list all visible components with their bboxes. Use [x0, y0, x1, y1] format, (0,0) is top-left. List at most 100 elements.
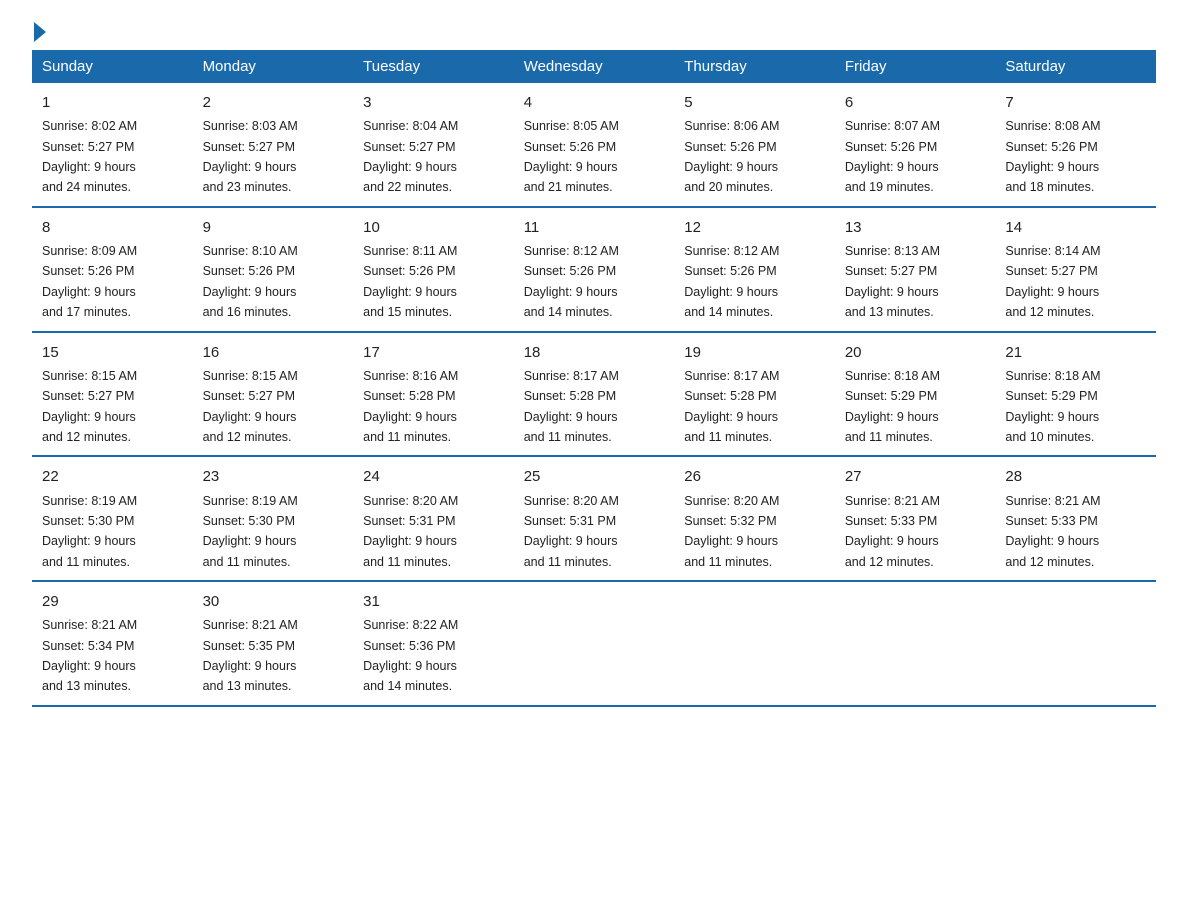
day-info: Sunrise: 8:21 AMSunset: 5:33 PMDaylight:…	[845, 494, 940, 569]
calendar-cell: 11 Sunrise: 8:12 AMSunset: 5:26 PMDayligh…	[514, 207, 675, 332]
calendar-cell: 23Sunrise: 8:19 AMSunset: 5:30 PMDayligh…	[193, 456, 354, 581]
day-info: Sunrise: 8:18 AMSunset: 5:29 PMDaylight:…	[845, 369, 940, 444]
calendar-cell: 13 Sunrise: 8:13 AMSunset: 5:27 PMDayligh…	[835, 207, 996, 332]
day-number: 9	[203, 216, 344, 239]
logo	[32, 24, 46, 42]
day-number: 2	[203, 91, 344, 114]
calendar-cell: 1Sunrise: 8:02 AMSunset: 5:27 PMDaylight…	[32, 83, 193, 207]
day-number: 26	[684, 465, 825, 488]
day-number: 1	[42, 91, 183, 114]
day-number: 7	[1005, 91, 1146, 114]
calendar-cell: 15 Sunrise: 8:15 AMSunset: 5:27 PMDayligh…	[32, 332, 193, 457]
page-header	[32, 24, 1156, 42]
day-info: Sunrise: 8:07 AMSunset: 5:26 PMDaylight:…	[845, 119, 940, 194]
day-number: 27	[845, 465, 986, 488]
day-number: 10	[363, 216, 504, 239]
day-info: Sunrise: 8:21 AMSunset: 5:33 PMDaylight:…	[1005, 494, 1100, 569]
calendar-week-2: 8 Sunrise: 8:09 AMSunset: 5:26 PMDaylight…	[32, 207, 1156, 332]
day-info: Sunrise: 8:17 AMSunset: 5:28 PMDaylight:…	[524, 369, 619, 444]
calendar-cell: 19 Sunrise: 8:17 AMSunset: 5:28 PMDayligh…	[674, 332, 835, 457]
weekday-header-thursday: Thursday	[674, 50, 835, 83]
day-number: 25	[524, 465, 665, 488]
calendar-cell: 5 Sunrise: 8:06 AMSunset: 5:26 PMDaylight…	[674, 83, 835, 207]
calendar-week-3: 15 Sunrise: 8:15 AMSunset: 5:27 PMDayligh…	[32, 332, 1156, 457]
calendar-cell	[674, 581, 835, 706]
day-info: Sunrise: 8:17 AMSunset: 5:28 PMDaylight:…	[684, 369, 779, 444]
weekday-header-saturday: Saturday	[995, 50, 1156, 83]
day-info: Sunrise: 8:19 AMSunset: 5:30 PMDaylight:…	[42, 494, 137, 569]
day-number: 29	[42, 590, 183, 613]
calendar-cell: 25 Sunrise: 8:20 AMSunset: 5:31 PMDayligh…	[514, 456, 675, 581]
day-info: Sunrise: 8:14 AMSunset: 5:27 PMDaylight:…	[1005, 244, 1100, 319]
day-info: Sunrise: 8:11 AMSunset: 5:26 PMDaylight:…	[363, 244, 457, 319]
day-info: Sunrise: 8:20 AMSunset: 5:31 PMDaylight:…	[524, 494, 619, 569]
day-info: Sunrise: 8:20 AMSunset: 5:32 PMDaylight:…	[684, 494, 779, 569]
day-number: 17	[363, 341, 504, 364]
day-info: Sunrise: 8:12 AMSunset: 5:26 PMDaylight:…	[684, 244, 779, 319]
day-number: 30	[203, 590, 344, 613]
calendar-cell: 31Sunrise: 8:22 AMSunset: 5:36 PMDayligh…	[353, 581, 514, 706]
day-info: Sunrise: 8:21 AMSunset: 5:34 PMDaylight:…	[42, 618, 137, 693]
weekday-header-monday: Monday	[193, 50, 354, 83]
calendar-table: SundayMondayTuesdayWednesdayThursdayFrid…	[32, 50, 1156, 707]
calendar-cell: 17 Sunrise: 8:16 AMSunset: 5:28 PMDayligh…	[353, 332, 514, 457]
calendar-cell: 21Sunrise: 8:18 AMSunset: 5:29 PMDayligh…	[995, 332, 1156, 457]
weekday-header-tuesday: Tuesday	[353, 50, 514, 83]
calendar-cell: 28 Sunrise: 8:21 AMSunset: 5:33 PMDayligh…	[995, 456, 1156, 581]
calendar-cell: 18 Sunrise: 8:17 AMSunset: 5:28 PMDayligh…	[514, 332, 675, 457]
day-info: Sunrise: 8:08 AMSunset: 5:26 PMDaylight:…	[1005, 119, 1100, 194]
calendar-cell: 3 Sunrise: 8:04 AMSunset: 5:27 PMDaylight…	[353, 83, 514, 207]
day-number: 5	[684, 91, 825, 114]
calendar-cell	[835, 581, 996, 706]
day-info: Sunrise: 8:20 AMSunset: 5:31 PMDaylight:…	[363, 494, 458, 569]
day-number: 21	[1005, 341, 1146, 364]
day-number: 11	[524, 216, 665, 239]
weekday-header-friday: Friday	[835, 50, 996, 83]
day-number: 6	[845, 91, 986, 114]
day-info: Sunrise: 8:13 AMSunset: 5:27 PMDaylight:…	[845, 244, 940, 319]
calendar-cell: 7 Sunrise: 8:08 AMSunset: 5:26 PMDaylight…	[995, 83, 1156, 207]
calendar-cell: 4 Sunrise: 8:05 AMSunset: 5:26 PMDaylight…	[514, 83, 675, 207]
calendar-cell: 26 Sunrise: 8:20 AMSunset: 5:32 PMDayligh…	[674, 456, 835, 581]
day-number: 13	[845, 216, 986, 239]
calendar-cell: 30 Sunrise: 8:21 AMSunset: 5:35 PMDayligh…	[193, 581, 354, 706]
calendar-week-4: 22Sunrise: 8:19 AMSunset: 5:30 PMDayligh…	[32, 456, 1156, 581]
day-info: Sunrise: 8:09 AMSunset: 5:26 PMDaylight:…	[42, 244, 137, 319]
day-info: Sunrise: 8:10 AMSunset: 5:26 PMDaylight:…	[203, 244, 298, 319]
day-info: Sunrise: 8:12 AMSunset: 5:26 PMDaylight:…	[524, 244, 619, 319]
day-info: Sunrise: 8:19 AMSunset: 5:30 PMDaylight:…	[203, 494, 298, 569]
logo-arrow-icon	[34, 22, 46, 42]
day-info: Sunrise: 8:16 AMSunset: 5:28 PMDaylight:…	[363, 369, 458, 444]
day-info: Sunrise: 8:06 AMSunset: 5:26 PMDaylight:…	[684, 119, 779, 194]
calendar-cell: 2 Sunrise: 8:03 AMSunset: 5:27 PMDaylight…	[193, 83, 354, 207]
calendar-cell: 22Sunrise: 8:19 AMSunset: 5:30 PMDayligh…	[32, 456, 193, 581]
day-number: 8	[42, 216, 183, 239]
day-info: Sunrise: 8:03 AMSunset: 5:27 PMDaylight:…	[203, 119, 298, 194]
calendar-cell: 9 Sunrise: 8:10 AMSunset: 5:26 PMDaylight…	[193, 207, 354, 332]
calendar-cell: 12Sunrise: 8:12 AMSunset: 5:26 PMDayligh…	[674, 207, 835, 332]
day-number: 28	[1005, 465, 1146, 488]
calendar-cell: 20Sunrise: 8:18 AMSunset: 5:29 PMDayligh…	[835, 332, 996, 457]
calendar-cell: 8 Sunrise: 8:09 AMSunset: 5:26 PMDaylight…	[32, 207, 193, 332]
day-info: Sunrise: 8:22 AMSunset: 5:36 PMDaylight:…	[363, 618, 458, 693]
day-number: 16	[203, 341, 344, 364]
day-number: 14	[1005, 216, 1146, 239]
day-number: 4	[524, 91, 665, 114]
calendar-cell: 24 Sunrise: 8:20 AMSunset: 5:31 PMDayligh…	[353, 456, 514, 581]
day-number: 19	[684, 341, 825, 364]
calendar-cell: 29 Sunrise: 8:21 AMSunset: 5:34 PMDayligh…	[32, 581, 193, 706]
day-info: Sunrise: 8:15 AMSunset: 5:27 PMDaylight:…	[42, 369, 137, 444]
calendar-cell	[514, 581, 675, 706]
calendar-header-row: SundayMondayTuesdayWednesdayThursdayFrid…	[32, 50, 1156, 83]
day-info: Sunrise: 8:05 AMSunset: 5:26 PMDaylight:…	[524, 119, 619, 194]
day-number: 24	[363, 465, 504, 488]
weekday-header-sunday: Sunday	[32, 50, 193, 83]
day-number: 3	[363, 91, 504, 114]
day-info: Sunrise: 8:04 AMSunset: 5:27 PMDaylight:…	[363, 119, 458, 194]
day-info: Sunrise: 8:21 AMSunset: 5:35 PMDaylight:…	[203, 618, 298, 693]
day-number: 15	[42, 341, 183, 364]
calendar-week-1: 1Sunrise: 8:02 AMSunset: 5:27 PMDaylight…	[32, 83, 1156, 207]
calendar-cell	[995, 581, 1156, 706]
day-number: 18	[524, 341, 665, 364]
calendar-cell: 14 Sunrise: 8:14 AMSunset: 5:27 PMDayligh…	[995, 207, 1156, 332]
